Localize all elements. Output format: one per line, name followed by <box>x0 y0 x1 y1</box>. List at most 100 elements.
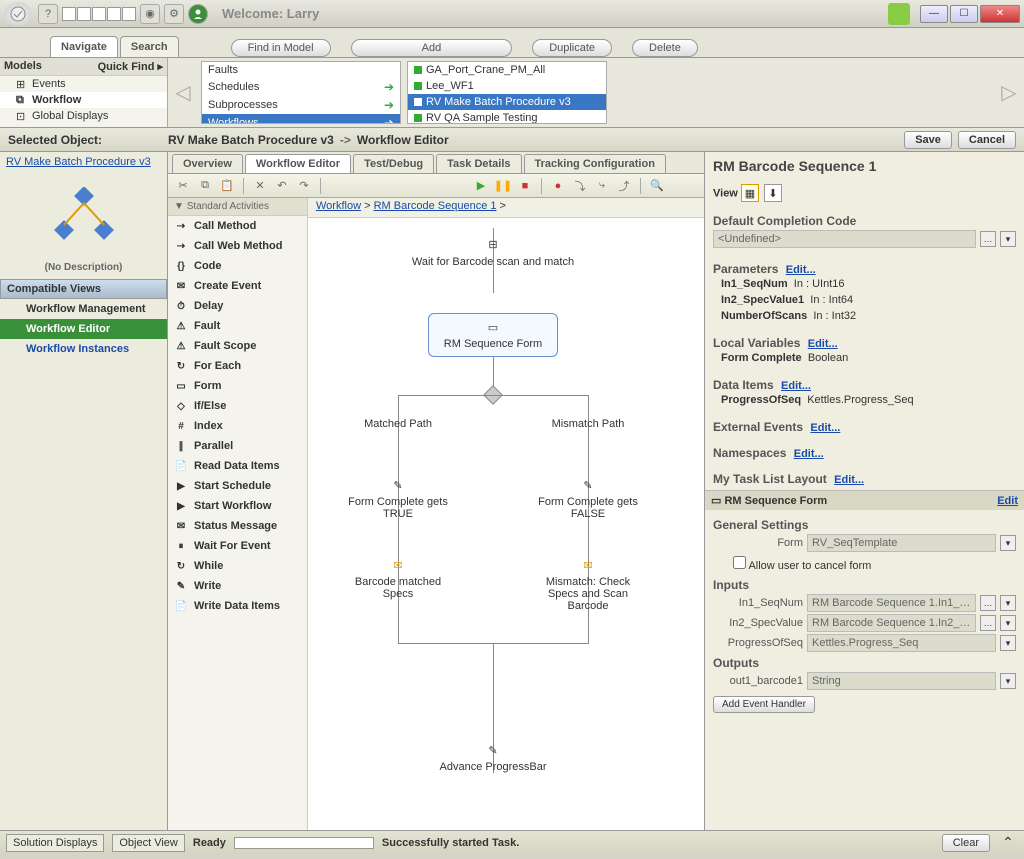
etab-test-debug[interactable]: Test/Debug <box>353 154 434 173</box>
input-0-more[interactable]: … <box>980 595 996 611</box>
act-index[interactable]: #Index <box>168 416 307 436</box>
quick-find[interactable]: Quick Find ▸ <box>98 60 163 73</box>
view-btn-2[interactable]: ⬇ <box>764 184 782 202</box>
dataitems-edit[interactable]: Edit... <box>781 380 811 392</box>
advance-node[interactable]: ✎ Advance ProgressBar <box>423 743 563 773</box>
act-for-each[interactable]: ↻For Each <box>168 356 307 376</box>
cv-workflow-editor[interactable]: Workflow Editor <box>0 319 167 339</box>
cut-icon[interactable]: ✂ <box>174 177 192 195</box>
extevents-edit[interactable]: Edit... <box>810 422 840 434</box>
add-event-handler-button[interactable]: Add Event Handler <box>713 696 815 713</box>
input-2-dd[interactable]: ▾ <box>1000 635 1016 651</box>
dcc-dropdown[interactable]: ▾ <box>1000 231 1016 247</box>
act-while[interactable]: ↻While <box>168 556 307 576</box>
act-delay[interactable]: ⏱Delay <box>168 296 307 316</box>
act-fault[interactable]: ⚠Fault <box>168 316 307 336</box>
copy-icon[interactable]: ⧉ <box>196 177 214 195</box>
canvas-crumb-leaf[interactable]: RM Barcode Sequence 1 <box>374 200 497 212</box>
type-workflows[interactable]: Workflows➔ <box>202 114 400 124</box>
input-0-dd[interactable]: ▾ <box>1000 595 1016 611</box>
etab-tracking[interactable]: Tracking Configuration <box>524 154 666 173</box>
models-item-workflow[interactable]: ⧉Workflow <box>0 92 167 108</box>
help-icon[interactable]: ? <box>38 4 58 24</box>
gear-icon[interactable]: ⚙ <box>164 4 184 24</box>
act-wait-for-event[interactable]: ⏸Wait For Event <box>168 536 307 556</box>
form-edit[interactable]: Edit <box>997 495 1018 507</box>
act-write-data[interactable]: 📄Write Data Items <box>168 596 307 616</box>
save-button[interactable]: Save <box>904 131 952 149</box>
window-maximize[interactable]: ☐ <box>950 5 978 23</box>
models-item-events[interactable]: ⊞Events <box>0 76 167 92</box>
window-minimize[interactable]: — <box>920 5 948 23</box>
mismatch-set-node[interactable]: ✎ Form Complete gets FALSE <box>538 478 638 520</box>
act-form[interactable]: ▭Form <box>168 376 307 396</box>
cancel-button[interactable]: Cancel <box>958 131 1016 149</box>
cv-workflow-management[interactable]: Workflow Management <box>0 299 167 319</box>
selected-object-name[interactable]: RV Make Batch Procedure v3 <box>0 152 167 172</box>
input-1-dd[interactable]: ▾ <box>1000 615 1016 631</box>
act-write[interactable]: ✎Write <box>168 576 307 596</box>
workflow-canvas[interactable]: Workflow > RM Barcode Sequence 1 > ⊟ Wai… <box>308 198 704 830</box>
tasklist-edit[interactable]: Edit... <box>834 474 864 486</box>
form-node[interactable]: ▭ RM Sequence Form <box>428 313 558 357</box>
act-parallel[interactable]: ∥Parallel <box>168 436 307 456</box>
act-code[interactable]: {}Code <box>168 256 307 276</box>
zoom-icon[interactable]: 🔍 <box>648 177 666 195</box>
layout-3-icon[interactable] <box>92 7 106 21</box>
canvas-crumb-root[interactable]: Workflow <box>316 200 361 212</box>
user-icon[interactable] <box>188 4 208 24</box>
mismatch-msg-node[interactable]: ✉ Mismatch: Check Specs and Scan Barcode <box>531 558 645 612</box>
type-schedules[interactable]: Schedules➔ <box>202 78 400 96</box>
play-icon[interactable]: ▶ <box>472 177 490 195</box>
act-status-message[interactable]: ✉Status Message <box>168 516 307 536</box>
db-icon[interactable] <box>888 3 910 25</box>
act-call-method[interactable]: ⇢Call Method <box>168 216 307 236</box>
act-if-else[interactable]: ◇If/Else <box>168 396 307 416</box>
act-call-web-method[interactable]: ⇢Call Web Method <box>168 236 307 256</box>
browser-back[interactable]: ◁ <box>168 58 198 127</box>
step-into-icon[interactable]: ⤷ <box>593 177 611 195</box>
paste-icon[interactable]: 📋 <box>218 177 236 195</box>
matched-msg-node[interactable]: ✉ Barcode matched Specs <box>348 558 448 600</box>
delete-icon[interactable]: ✕ <box>251 177 269 195</box>
models-item-global[interactable]: ⊡Global Displays <box>0 108 167 124</box>
breadcrumb-root[interactable]: RV Make Batch Procedure v3 <box>168 133 334 147</box>
add-button[interactable]: Add <box>351 39 513 57</box>
find-in-model-button[interactable]: Find in Model <box>231 39 331 57</box>
dcc-value[interactable]: <Undefined> <box>713 230 976 248</box>
params-edit[interactable]: Edit... <box>786 264 816 276</box>
wf-item-1[interactable]: Lee_WF1 <box>408 78 606 94</box>
tab-search[interactable]: Search <box>120 36 179 57</box>
browser-forward[interactable]: ▷ <box>994 58 1024 127</box>
namespaces-edit[interactable]: Edit... <box>794 448 824 460</box>
app-logo[interactable] <box>4 2 32 26</box>
delete-button[interactable]: Delete <box>632 39 698 57</box>
act-start-schedule[interactable]: ▶Start Schedule <box>168 476 307 496</box>
input-0-value[interactable]: RM Barcode Sequence 1.In1_SeqNum <box>807 594 976 612</box>
matched-set-node[interactable]: ✎ Form Complete gets TRUE <box>348 478 448 520</box>
sb-solution-displays[interactable]: Solution Displays <box>6 834 104 852</box>
undo-icon[interactable]: ↶ <box>273 177 291 195</box>
globe-icon[interactable]: ◉ <box>140 4 160 24</box>
type-faults[interactable]: Faults <box>202 62 400 78</box>
activities-header[interactable]: ▼ Standard Activities <box>168 198 307 216</box>
layout-4-icon[interactable] <box>107 7 121 21</box>
layout-2-icon[interactable] <box>77 7 91 21</box>
step-over-icon[interactable]: ⤵ <box>571 177 589 195</box>
localvars-edit[interactable]: Edit... <box>808 338 838 350</box>
wf-item-3[interactable]: RV QA Sample Testing <box>408 110 606 124</box>
redo-icon[interactable]: ↷ <box>295 177 313 195</box>
sb-expand-icon[interactable]: ⌃ <box>998 834 1018 851</box>
output-0-dd[interactable]: ▾ <box>1000 673 1016 689</box>
window-close[interactable]: ✕ <box>980 5 1020 23</box>
layout-1-icon[interactable] <box>62 7 76 21</box>
step-out-icon[interactable]: ⤴ <box>615 177 633 195</box>
act-fault-scope[interactable]: ⚠Fault Scope <box>168 336 307 356</box>
act-start-workflow[interactable]: ▶Start Workflow <box>168 496 307 516</box>
form-field-value[interactable]: RV_SeqTemplate <box>807 534 996 552</box>
sb-clear-button[interactable]: Clear <box>942 834 990 852</box>
act-read-data[interactable]: 📄Read Data Items <box>168 456 307 476</box>
allow-cancel-checkbox[interactable] <box>733 556 746 569</box>
record-icon[interactable]: ● <box>549 177 567 195</box>
stop-icon[interactable]: ■ <box>516 177 534 195</box>
